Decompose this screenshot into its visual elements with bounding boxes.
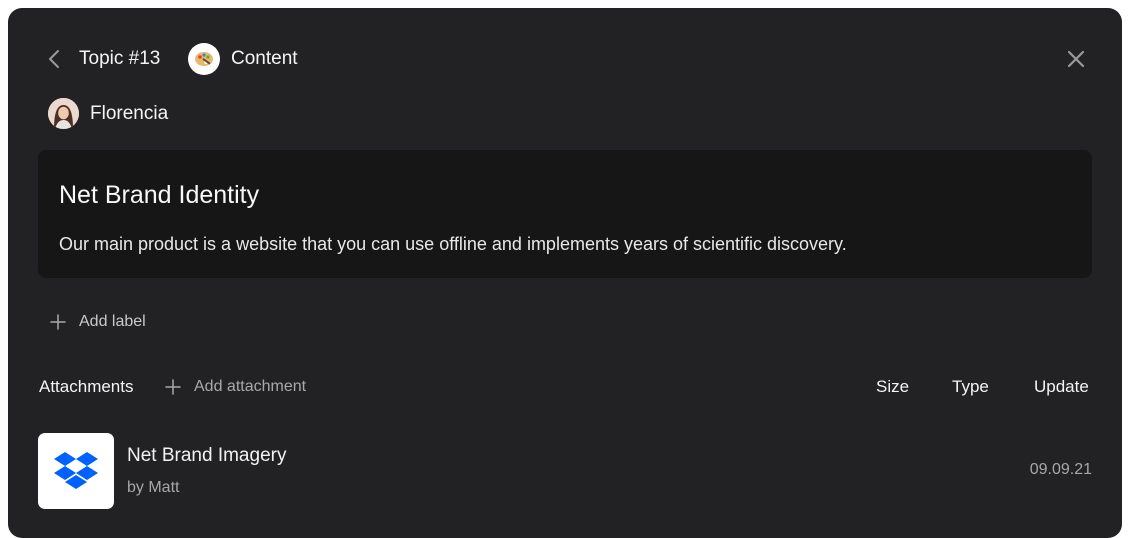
avatar <box>48 98 79 129</box>
add-attachment-button[interactable]: Add attachment <box>165 374 306 400</box>
attachment-name[interactable]: Net Brand Imagery <box>127 445 286 467</box>
topic-card: Net Brand Identity Our main product is a… <box>38 150 1092 278</box>
card-title[interactable]: Net Brand Identity <box>59 180 259 210</box>
add-label-button[interactable]: Add label <box>50 310 146 334</box>
category-label[interactable]: Content <box>231 48 298 70</box>
column-update[interactable]: Update <box>1034 377 1089 397</box>
attachment-row[interactable]: Net Brand Imagery by Matt 09.09.21 <box>38 433 1092 511</box>
topic-title: Topic #13 <box>79 48 161 69</box>
topic-panel: Topic #13 Content Florencia Net Brand Id… <box>8 8 1122 538</box>
attachment-author: by Matt <box>127 479 180 496</box>
attachments-title: Attachments <box>39 377 134 396</box>
assignee-name: Florencia <box>90 103 169 124</box>
back-button[interactable] <box>44 48 66 70</box>
attachment-date: 09.09.21 <box>1029 461 1092 478</box>
close-icon <box>1067 50 1085 68</box>
add-attachment-text: Add attachment <box>194 378 307 395</box>
plus-icon <box>50 314 66 330</box>
column-type[interactable]: Type <box>952 377 989 397</box>
dropbox-icon <box>38 433 114 509</box>
plus-icon <box>165 379 181 395</box>
chevron-left-icon <box>49 50 59 68</box>
column-size[interactable]: Size <box>876 377 909 397</box>
close-button[interactable] <box>1065 48 1087 70</box>
add-label-text: Add label <box>79 313 146 330</box>
palette-icon <box>188 43 220 75</box>
attachments-header: Attachments Add attachment Size Type Upd… <box>8 374 1122 400</box>
header: Topic #13 Content <box>8 40 1122 80</box>
card-description[interactable]: Our main product is a website that you c… <box>59 233 847 255</box>
